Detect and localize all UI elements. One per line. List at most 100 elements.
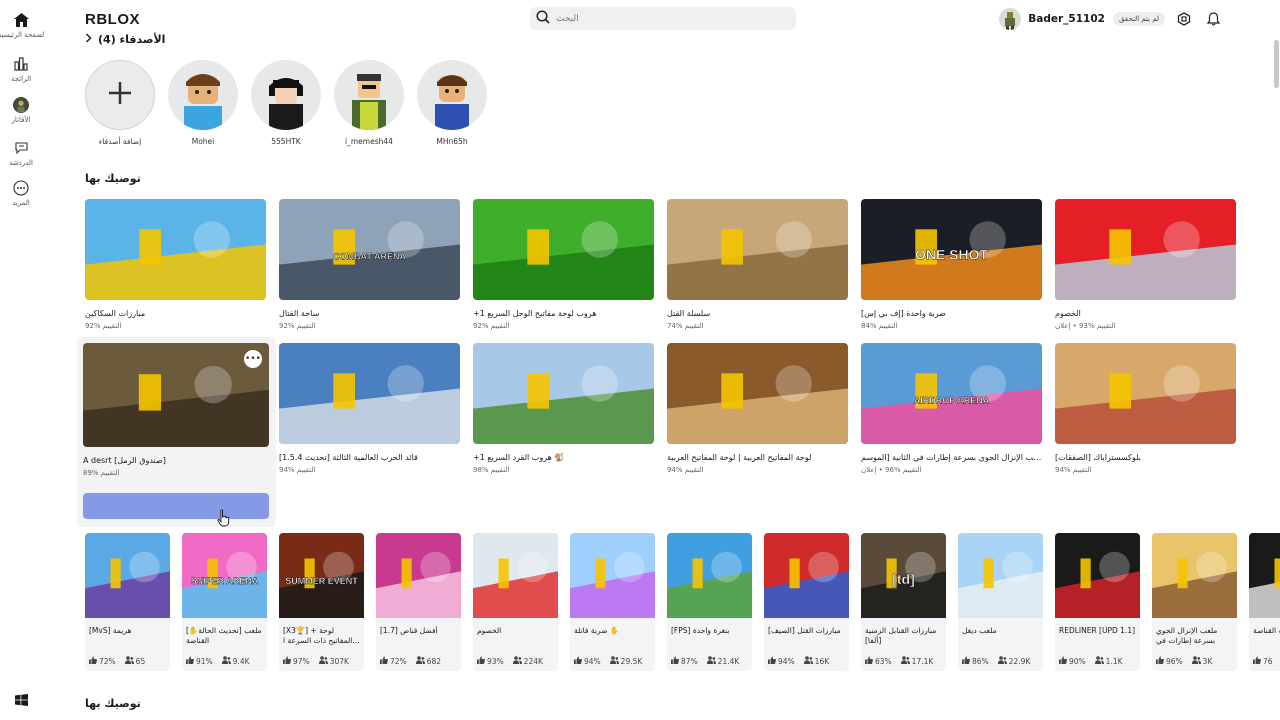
game-title: +1 هروب لوحة مفاتيح الوحل السريع [473,309,597,318]
rating-stat: 90% [1059,656,1086,666]
game-card-small[interactable]: الخصوم 93% 224K [473,533,558,671]
nav-chat[interactable]: الدردشة [0,140,42,167]
game-card[interactable]: +1 هروب لوحة مفاتيح الوحل السريع التقييم … [473,199,654,330]
friend-name: i_memesh44 [345,137,393,146]
players-icon [706,656,716,666]
game-stats: 72% 65 [89,656,145,666]
user-avatar[interactable] [999,8,1022,30]
game-stats: 94% 16K [768,656,829,666]
friend-avatar [334,60,404,130]
unverified-badge[interactable]: لم يتم التحقق [1112,12,1165,26]
game-thumbnail [1055,199,1236,300]
scrollbar[interactable] [1274,40,1279,88]
nav-avatar[interactable]: الأفاتار [0,97,42,124]
game-card-small[interactable]: [MvS] هريمة 72% 65 [85,533,170,671]
game-thumbnail [667,533,752,618]
svg-text:[td]: [td] [892,571,915,587]
thumbs-up-icon [283,656,291,666]
players-icon [803,656,813,666]
game-card[interactable]: مبارزات السكاكين التقييم %92 [85,199,266,330]
svg-text:ONE SHOT: ONE SHOT [915,247,989,263]
game-card[interactable]: COMBAT ARENA ساحة القتال التقييم %92 [279,199,460,330]
players-value: 224K [523,656,543,666]
add-friends-button[interactable]: إضافة أصدقاء [84,60,156,146]
game-card[interactable]: ONE SHOT [إف بي إس] ضربة واحدة التقييم %84 [861,199,1042,330]
game-rating: التقييم %94 [667,466,704,474]
game-thumbnail [473,343,654,444]
game-card[interactable]: سلسلة القتل التقييم %74 [667,199,848,330]
game-card-small[interactable]: [الصيف] مبارزات القتل 94% 16K [764,533,849,671]
rating-value: 87% [681,656,698,666]
game-card-small[interactable]: [td] مبارزات القنابل الزمنية [ألفا] 63% 17.… [861,533,946,671]
rating-value: 72% [99,656,116,666]
username[interactable]: Bader_51102 [1028,13,1105,25]
game-card-small[interactable]: [FPS] بنغرة واحدة 87% 21.4K [667,533,752,671]
svg-text:AIRDROP ARENA: AIRDROP ARENA [914,396,990,406]
game-card[interactable]: +1 هروب القرد السريع 🐒 التقييم %98 [473,343,654,474]
game-thumbnail [570,533,655,618]
players-value: 1.1K [1105,656,1123,666]
game-thumbnail: COMBAT ARENA [279,199,460,300]
game-card-small[interactable]: REDLINER [UPD 1.1] 90% 1.1K [1055,533,1140,671]
nav-more[interactable]: المزيد [0,180,42,207]
game-card-small[interactable]: ضربة قاتلة ✋ 94% 29.5K [570,533,655,671]
game-title: الخصوم [1055,309,1081,318]
game-title: [X3🏆] + لوحة المفاتيح ذات السرعة ا... [283,626,360,645]
game-card[interactable]: الخصوم التقييم %93 • إعلان [1055,199,1236,330]
game-card[interactable]: ••• A desrt [صندوق الرمل] التقييم %89 [83,343,269,477]
game-stats: 90% 1.1K [1059,656,1123,666]
roblox-logo[interactable]: RBLOX [85,11,140,28]
search-icon [536,9,550,28]
rating-stat: 94% [574,656,601,666]
friend-name: 555HTK [271,137,301,146]
friend-tile[interactable]: i_memesh44 [333,60,405,146]
windows-icon [13,692,29,708]
game-card[interactable]: [الصفقات] بلوكسستراياك التقييم %94 [1055,343,1236,474]
thumbs-up-icon [1253,656,1261,666]
game-card-small[interactable]: مبارزات القناصة 76 [1249,533,1280,671]
chat-icon [13,140,29,156]
game-card[interactable]: AIRDROP ARENA ملعب الإنزال الجوي بسرعة إط… [861,343,1042,474]
add-friends-label: إضافة أصدقاء [98,137,142,146]
game-card-small[interactable]: ملعب ديغل 86% 22.9K [958,533,1043,671]
players-icon [1094,656,1104,666]
game-thumbnail: SNIPER ARENA [182,533,267,618]
search-input[interactable] [556,13,756,24]
thumbs-up-icon [962,656,970,666]
nav-chat-label: الدردشة [9,159,33,167]
charts-icon [13,56,29,72]
nav-charts[interactable]: الرائجة [0,56,42,83]
friend-tile[interactable]: MHn65h [416,60,488,146]
rating-value: 94% [778,656,795,666]
game-stats: 94% 29.5K [574,656,642,666]
game-title: ملعب الإنزال الجوي بسرعة إطارات في الثا.… [1156,626,1218,645]
plus-icon [108,81,132,109]
thumbs-up-icon [380,656,388,666]
search-bar[interactable] [530,7,796,30]
game-card-small[interactable]: ملعب الإنزال الجوي بسرعة إطارات في الثا.… [1152,533,1237,671]
game-card[interactable]: لوحة المفاتيح العربية | لوحة المفاتيح ال… [667,343,848,474]
friend-tile[interactable]: 555HTK [250,60,322,146]
game-card-small[interactable]: [1.7] أفضل قناص 72% 682 [376,533,461,671]
game-thumbnail [1055,533,1140,618]
game-rating: التقييم %93 • إعلان [1055,322,1116,330]
game-thumbnail [376,533,461,618]
play-button[interactable] [83,493,269,519]
nav-home[interactable]: لصفحة الرئيسية [0,12,44,39]
game-rating: التقييم %92 [279,322,316,330]
game-stats: 91% 9.4K [186,656,250,666]
players-icon [609,656,619,666]
game-card-small[interactable]: SUMMER EVENT [X3🏆] + لوحة المفاتيح ذات ال… [279,533,364,671]
chevron-right-icon [85,33,92,46]
notifications-bell-icon[interactable] [1207,12,1220,26]
game-card[interactable]: [تحديث 1.5.4] قائد الحرب العالمية الثالث… [279,343,460,474]
game-stats: 72% 682 [380,656,441,666]
friends-header[interactable]: الأصدقاء (4) [85,33,165,46]
game-thumbnail [279,343,460,444]
robux-icon[interactable] [1177,12,1191,26]
friend-tile[interactable]: Mohei [167,60,239,146]
windows-logo-button[interactable] [0,692,42,708]
rating-value: 63% [875,656,892,666]
game-card-small[interactable]: SNIPER ARENA [✋تحديث الحالة] ملعب القناصة… [182,533,267,671]
more-options-button[interactable]: ••• [244,350,262,368]
